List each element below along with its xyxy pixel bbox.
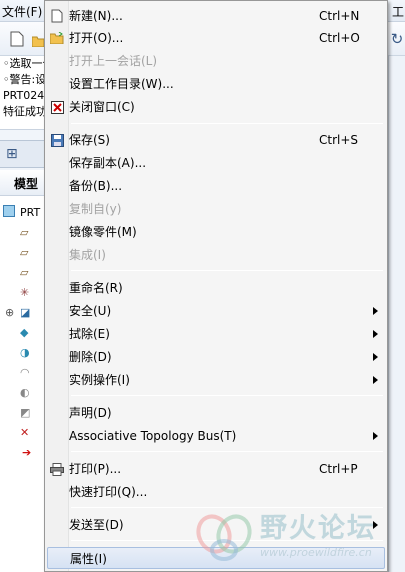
submenu-arrow-icon bbox=[373, 307, 378, 315]
model-tree: PRT ▱ ▱ ▱ ✳ ⊕ ◪ ◆ ◑ ◠ ◐ ◩ ✕ ➔ bbox=[0, 196, 44, 572]
menu-item-print[interactable]: 打印(P)... Ctrl+P bbox=[47, 458, 385, 480]
menu-item-security[interactable]: 安全(U) bbox=[47, 300, 385, 322]
round-icon: ◐ bbox=[20, 385, 30, 399]
menu-separator bbox=[71, 270, 383, 271]
model-tree-header: 模型 bbox=[0, 170, 44, 196]
menu-separator bbox=[71, 123, 383, 124]
save-icon bbox=[49, 132, 65, 148]
menu-item-quick-print[interactable]: 快速打印(Q)... bbox=[47, 481, 385, 503]
refresh-icon[interactable]: ↻ bbox=[389, 30, 405, 48]
extrude-icon: ◆ bbox=[20, 325, 29, 339]
message-line: ◦选取一个 bbox=[3, 57, 44, 70]
menu-item-open[interactable]: 打开(O)... Ctrl+O bbox=[47, 27, 385, 49]
menubar-file[interactable]: 文件(F) bbox=[2, 3, 42, 20]
menu-item-save[interactable]: 保存(S) Ctrl+S bbox=[47, 129, 385, 151]
menu-item-erase[interactable]: 拭除(E) bbox=[47, 323, 385, 345]
menu-separator bbox=[71, 540, 383, 541]
menu-separator bbox=[71, 507, 383, 508]
submenu-arrow-icon bbox=[373, 376, 378, 384]
tree-item[interactable]: ▱ bbox=[0, 242, 44, 262]
menu-item-copy-from[interactable]: 复制自(y) bbox=[47, 198, 385, 220]
coordinate-system-icon: ✳ bbox=[20, 285, 30, 299]
tree-root[interactable]: PRT bbox=[0, 202, 44, 222]
model-tree-tab-icon[interactable]: ⊞ bbox=[6, 146, 18, 162]
close-window-icon bbox=[49, 99, 65, 115]
menu-item-delete[interactable]: 删除(D) bbox=[47, 346, 385, 368]
message-line: 特征成功 bbox=[3, 105, 44, 118]
revolve-icon: ◑ bbox=[20, 345, 30, 359]
menu-item-send-to[interactable]: 发送至(D) bbox=[47, 514, 385, 536]
menu-item-properties[interactable]: 属性(I) bbox=[47, 547, 385, 569]
menu-item-open-last-session[interactable]: 打开上一会话(L) bbox=[47, 50, 385, 72]
message-line: PRT024 bbox=[3, 89, 44, 102]
datum-plane-icon: ▱ bbox=[20, 265, 29, 279]
menu-item-rename[interactable]: 重命名(R) bbox=[47, 277, 385, 299]
tree-item[interactable]: ◆ bbox=[0, 322, 44, 342]
submenu-arrow-icon bbox=[373, 330, 378, 338]
datum-axis-icon: ✕ bbox=[20, 425, 30, 439]
menu-item-close-window[interactable]: 关闭窗口(C) bbox=[47, 96, 385, 118]
feature-icon: ◪ bbox=[20, 305, 31, 319]
insert-arrow-icon: ➔ bbox=[22, 445, 32, 459]
tree-root-label: PRT bbox=[20, 205, 41, 219]
tree-item[interactable]: ✳ bbox=[0, 282, 44, 302]
datum-plane-icon: ▱ bbox=[20, 245, 29, 259]
tree-item[interactable]: ▱ bbox=[0, 262, 44, 282]
menu-separator bbox=[71, 451, 383, 452]
part-icon bbox=[3, 205, 15, 217]
tree-item[interactable]: ◩ bbox=[0, 402, 44, 422]
menu-item-save-copy[interactable]: 保存副本(A)... bbox=[47, 152, 385, 174]
menu-item-integrate[interactable]: 集成(I) bbox=[47, 244, 385, 266]
submenu-arrow-icon bbox=[373, 432, 378, 440]
insert-here[interactable]: ➔ bbox=[0, 442, 44, 462]
new-file-icon bbox=[49, 8, 65, 24]
menubar-tools-fragment[interactable]: 工 bbox=[392, 3, 404, 20]
expand-icon[interactable]: ⊕ bbox=[5, 306, 14, 319]
shell-icon: ◠ bbox=[20, 365, 30, 379]
file-menu-dropdown: 新建(N)... Ctrl+N 打开(O)... Ctrl+O 打开上一会话(L… bbox=[44, 0, 388, 572]
tree-item[interactable]: ◑ bbox=[0, 342, 44, 362]
tree-item[interactable]: ⊕ ◪ bbox=[0, 302, 44, 322]
open-folder-icon bbox=[49, 30, 65, 46]
tree-item[interactable]: ◠ bbox=[0, 362, 44, 382]
message-line: ◦警告:设 bbox=[3, 73, 44, 86]
right-toolbar bbox=[388, 56, 405, 572]
menu-item-declare[interactable]: 声明(D) bbox=[47, 402, 385, 424]
new-file-icon[interactable] bbox=[8, 30, 26, 48]
open-folder-icon[interactable] bbox=[32, 32, 44, 48]
printer-icon bbox=[49, 461, 65, 477]
message-area: ◦选取一个 ◦警告:设 PRT024 特征成功 bbox=[0, 56, 44, 130]
menu-separator bbox=[71, 395, 383, 396]
tree-item[interactable]: ◐ bbox=[0, 382, 44, 402]
menu-item-backup[interactable]: 备份(B)... bbox=[47, 175, 385, 197]
tree-item[interactable]: ▱ bbox=[0, 222, 44, 242]
tree-item[interactable]: ✕ bbox=[0, 422, 44, 442]
menu-item-associative-topology-bus[interactable]: Associative Topology Bus(T) bbox=[47, 425, 385, 447]
submenu-arrow-icon bbox=[373, 353, 378, 361]
navigator-tabs: ⊞ bbox=[0, 140, 44, 168]
submenu-arrow-icon bbox=[373, 521, 378, 529]
chamfer-icon: ◩ bbox=[20, 405, 31, 419]
menu-item-instance-operations[interactable]: 实例操作(I) bbox=[47, 369, 385, 391]
menu-item-mirror-part[interactable]: 镜像零件(M) bbox=[47, 221, 385, 243]
datum-plane-icon: ▱ bbox=[20, 225, 29, 239]
menu-item-new[interactable]: 新建(N)... Ctrl+N bbox=[47, 5, 385, 27]
menu-item-set-working-directory[interactable]: 设置工作目录(W)... bbox=[47, 73, 385, 95]
